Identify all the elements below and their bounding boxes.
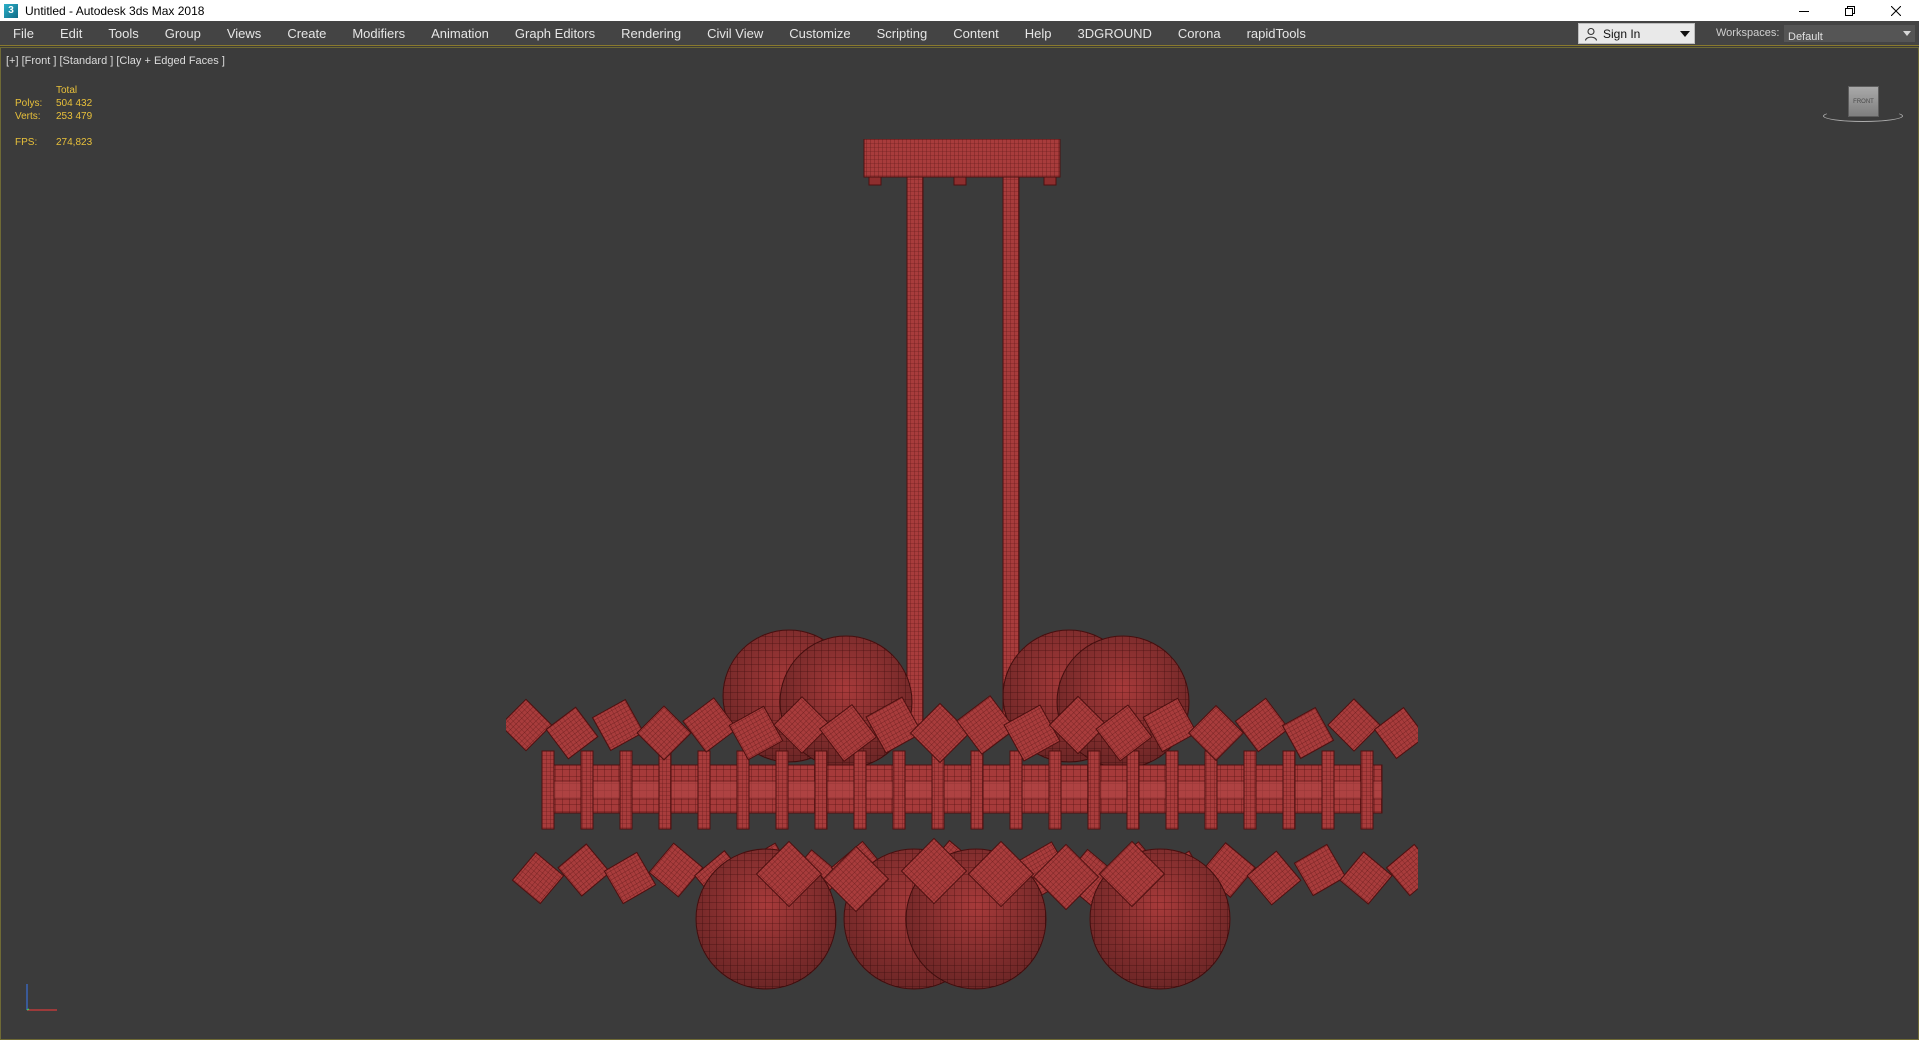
- ring-post: [1126, 750, 1140, 830]
- canopy-bolt: [953, 176, 967, 186]
- menu-graph-editors[interactable]: Graph Editors: [515, 21, 609, 46]
- title-bar: 3 Untitled - Autodesk 3ds Max 2018: [0, 0, 1919, 21]
- ring-post: [1321, 750, 1335, 830]
- ring-post: [541, 750, 555, 830]
- suspension-rod: [1002, 176, 1020, 728]
- stats-header: Total: [56, 85, 78, 96]
- minimize-icon: [1799, 10, 1809, 12]
- ring-post: [736, 750, 750, 830]
- crystal-cube: [636, 705, 692, 761]
- crystal-cube: [506, 698, 553, 752]
- viewport-label-menu[interactable]: [+] [Front ] [Standard ] [Clay + Edged F…: [6, 55, 225, 67]
- ring-post: [853, 750, 867, 830]
- menu-content[interactable]: Content: [953, 21, 1013, 46]
- ring-post: [1009, 750, 1023, 830]
- app-logo-icon: 3: [4, 3, 18, 18]
- window-title: Untitled - Autodesk 3ds Max 2018: [25, 3, 205, 18]
- front-viewport[interactable]: [+] [Front ] [Standard ] [Clay + Edged F…: [0, 47, 1919, 1040]
- crystal-cube: [648, 842, 704, 898]
- menu-rendering[interactable]: Rendering: [621, 21, 695, 46]
- menu-corona[interactable]: Corona: [1178, 21, 1235, 46]
- menu-items: File Edit Tools Group Views Create Modif…: [0, 21, 1332, 46]
- sign-in-label: Sign In: [1603, 26, 1641, 41]
- close-icon: [1891, 5, 1901, 16]
- crystal-cube: [1385, 843, 1418, 897]
- ring-post: [931, 750, 945, 830]
- viewcube-front-face[interactable]: FRONT: [1848, 86, 1879, 117]
- workspaces-label: Workspaces:: [1716, 27, 1780, 39]
- axis-tripod-icon: [26, 984, 57, 1011]
- menu-views[interactable]: Views: [227, 21, 275, 46]
- ring-post: [1087, 750, 1101, 830]
- chevron-down-icon: [1903, 31, 1911, 36]
- ring-post: [658, 750, 672, 830]
- polys-value: 504 432: [56, 98, 93, 109]
- ring-post: [1204, 750, 1218, 830]
- crystal-cube: [591, 698, 645, 752]
- menu-group[interactable]: Group: [165, 21, 215, 46]
- fps-label: FPS:: [15, 137, 38, 148]
- chandelier-model[interactable]: [506, 139, 1418, 1001]
- crystal-cube: [1293, 843, 1347, 897]
- ring-post: [580, 750, 594, 830]
- minimize-button[interactable]: [1781, 0, 1827, 21]
- canopy-bolt: [868, 176, 882, 186]
- ring-post: [697, 750, 711, 830]
- crystal-cube: [1327, 698, 1381, 752]
- ring-post: [814, 750, 828, 830]
- crystal-cube: [1234, 697, 1290, 753]
- fps-value: 274,823: [56, 137, 93, 148]
- ring-post: [775, 750, 789, 830]
- ring-post: [619, 750, 633, 830]
- restore-button[interactable]: [1827, 0, 1873, 21]
- menu-scripting[interactable]: Scripting: [877, 21, 942, 46]
- ring-post: [1282, 750, 1296, 830]
- crystal-cube: [1373, 706, 1418, 760]
- verts-label: Verts:: [15, 111, 41, 122]
- window-controls: [1781, 0, 1919, 21]
- menu-civil-view[interactable]: Civil View: [707, 21, 777, 46]
- suspension-rod: [906, 176, 924, 728]
- workspaces-select[interactable]: Default: [1783, 24, 1916, 43]
- canopy-bolt: [1043, 176, 1057, 186]
- menu-file[interactable]: File: [13, 21, 48, 46]
- menu-animation[interactable]: Animation: [431, 21, 503, 46]
- menu-modifiers[interactable]: Modifiers: [352, 21, 419, 46]
- close-button[interactable]: [1873, 0, 1919, 21]
- canopy-plate: [863, 139, 1061, 178]
- menu-customize[interactable]: Customize: [789, 21, 864, 46]
- workspaces-value: Default: [1788, 31, 1823, 43]
- ring-post: [1165, 750, 1179, 830]
- ring-post: [1360, 750, 1374, 830]
- menu-rapidtools[interactable]: rapidTools: [1247, 21, 1320, 46]
- crystal-cube: [603, 851, 657, 905]
- chevron-down-icon: [1680, 31, 1690, 37]
- crystal-cube: [1187, 704, 1245, 762]
- ring-post: [970, 750, 984, 830]
- polys-label: Polys:: [15, 98, 43, 109]
- crystal-cube: [1246, 850, 1302, 906]
- restore-icon: [1845, 5, 1855, 16]
- crystal-cube: [1339, 851, 1393, 905]
- ring-post: [892, 750, 906, 830]
- verts-value: 253 479: [56, 111, 93, 122]
- ring-post: [1243, 750, 1257, 830]
- menu-3dground[interactable]: 3DGROUND: [1078, 21, 1166, 46]
- crystal-cube: [557, 843, 611, 897]
- crystal-cube: [511, 851, 565, 905]
- menu-tools[interactable]: Tools: [108, 21, 152, 46]
- user-icon: [1584, 27, 1598, 41]
- sign-in-dropdown[interactable]: Sign In: [1578, 23, 1695, 44]
- viewcube-icon[interactable]: FRONT: [1823, 86, 1903, 130]
- menu-help[interactable]: Help: [1025, 21, 1066, 46]
- menu-create[interactable]: Create: [287, 21, 340, 46]
- ring-post: [1048, 750, 1062, 830]
- menu-edit[interactable]: Edit: [60, 21, 96, 46]
